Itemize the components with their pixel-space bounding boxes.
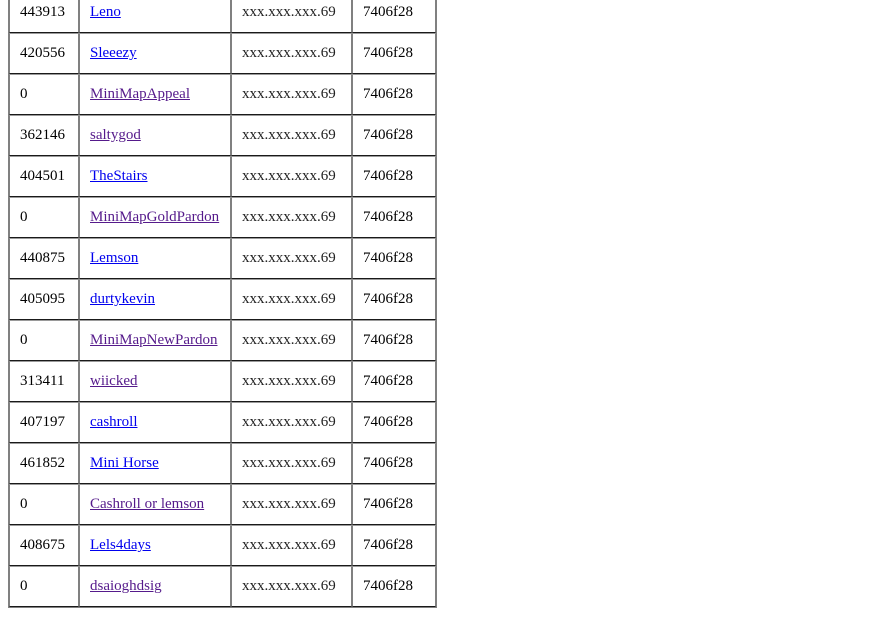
player-name-link[interactable]: dsaioghdsig: [90, 578, 162, 594]
record-name-cell: Lemson: [79, 238, 231, 279]
record-ip-cell: xxx.xxx.xxx.69: [231, 156, 352, 197]
record-id-cell: 405095: [9, 279, 79, 320]
record-name-cell: MiniMapNewPardon: [79, 320, 231, 361]
record-id-cell: 0: [9, 484, 79, 525]
record-ip-cell: xxx.xxx.xxx.69: [231, 443, 352, 484]
record-name-cell: Cashroll or lemson: [79, 484, 231, 525]
record-id-cell: 407197: [9, 402, 79, 443]
record-id-cell: 408675: [9, 525, 79, 566]
record-ip-cell: xxx.xxx.xxx.69: [231, 238, 352, 279]
record-hash-cell: 7406f28: [352, 197, 436, 238]
player-name-link[interactable]: saltygod: [90, 127, 141, 143]
record-hash-cell: 7406f28: [352, 238, 436, 279]
table-row: 408675 Lels4days xxx.xxx.xxx.69 7406f28: [9, 525, 436, 566]
record-hash-cell: 7406f28: [352, 443, 436, 484]
player-name-link[interactable]: MiniMapGoldPardon: [90, 209, 219, 225]
record-hash-cell: 7406f28: [352, 115, 436, 156]
table-row: 0 MiniMapNewPardon xxx.xxx.xxx.69 7406f28: [9, 320, 436, 361]
record-id-cell: 0: [9, 197, 79, 238]
record-id-cell: 404501: [9, 156, 79, 197]
player-name-link[interactable]: Mini Horse: [90, 455, 159, 471]
record-ip-cell: xxx.xxx.xxx.69: [231, 484, 352, 525]
table-row: 405095 durtykevin xxx.xxx.xxx.69 7406f28: [9, 279, 436, 320]
record-ip-cell: xxx.xxx.xxx.69: [231, 115, 352, 156]
record-id-cell: 0: [9, 320, 79, 361]
record-name-cell: Leno: [79, 0, 231, 33]
record-id-cell: 313411: [9, 361, 79, 402]
player-name-link[interactable]: wiicked: [90, 373, 137, 389]
table-row: 0 Cashroll or lemson xxx.xxx.xxx.69 7406f28: [9, 484, 436, 525]
record-id-cell: 0: [9, 74, 79, 115]
record-name-cell: saltygod: [79, 115, 231, 156]
record-id-cell: 0: [9, 566, 79, 607]
record-ip-cell: xxx.xxx.xxx.69: [231, 197, 352, 238]
table-row: 0 MiniMapAppeal xxx.xxx.xxx.69 7406f28: [9, 74, 436, 115]
record-hash-cell: 7406f28: [352, 156, 436, 197]
record-ip-cell: xxx.xxx.xxx.69: [231, 74, 352, 115]
record-id-cell: 362146: [9, 115, 79, 156]
record-hash-cell: 7406f28: [352, 74, 436, 115]
player-name-link[interactable]: Lels4days: [90, 537, 151, 553]
record-hash-cell: 7406f28: [352, 402, 436, 443]
record-ip-cell: xxx.xxx.xxx.69: [231, 361, 352, 402]
record-name-cell: Lels4days: [79, 525, 231, 566]
record-ip-cell: xxx.xxx.xxx.69: [231, 0, 352, 33]
player-name-link[interactable]: durtykevin: [90, 291, 155, 307]
table-row: 407197 cashroll xxx.xxx.xxx.69 7406f28: [9, 402, 436, 443]
record-name-cell: cashroll: [79, 402, 231, 443]
player-name-link[interactable]: MiniMapNewPardon: [90, 332, 218, 348]
record-hash-cell: 7406f28: [352, 33, 436, 74]
table-row: 0 MiniMapGoldPardon xxx.xxx.xxx.69 7406f28: [9, 197, 436, 238]
player-name-link[interactable]: Leno: [90, 4, 121, 20]
record-name-cell: MiniMapGoldPardon: [79, 197, 231, 238]
table-row: 362146 saltygod xxx.xxx.xxx.69 7406f28: [9, 115, 436, 156]
record-ip-cell: xxx.xxx.xxx.69: [231, 402, 352, 443]
record-name-cell: MiniMapAppeal: [79, 74, 231, 115]
table-row: 461852 Mini Horse xxx.xxx.xxx.69 7406f28: [9, 443, 436, 484]
record-ip-cell: xxx.xxx.xxx.69: [231, 279, 352, 320]
record-name-cell: Mini Horse: [79, 443, 231, 484]
player-name-link[interactable]: cashroll: [90, 414, 137, 430]
record-name-cell: wiicked: [79, 361, 231, 402]
record-hash-cell: 7406f28: [352, 0, 436, 33]
record-hash-cell: 7406f28: [352, 320, 436, 361]
table-row: 443913 Leno xxx.xxx.xxx.69 7406f28: [9, 0, 436, 33]
record-id-cell: 440875: [9, 238, 79, 279]
table-row: 420556 Sleeezy xxx.xxx.xxx.69 7406f28: [9, 33, 436, 74]
record-id-cell: 443913: [9, 0, 79, 33]
table-row: 313411 wiicked xxx.xxx.xxx.69 7406f28: [9, 361, 436, 402]
record-hash-cell: 7406f28: [352, 484, 436, 525]
record-ip-cell: xxx.xxx.xxx.69: [231, 566, 352, 607]
record-ip-cell: xxx.xxx.xxx.69: [231, 320, 352, 361]
record-name-cell: dsaioghdsig: [79, 566, 231, 607]
record-hash-cell: 7406f28: [352, 566, 436, 607]
record-ip-cell: xxx.xxx.xxx.69: [231, 525, 352, 566]
player-name-link[interactable]: Lemson: [90, 250, 138, 266]
record-name-cell: durtykevin: [79, 279, 231, 320]
record-hash-cell: 7406f28: [352, 279, 436, 320]
record-ip-cell: xxx.xxx.xxx.69: [231, 33, 352, 74]
player-name-link[interactable]: TheStairs: [90, 168, 148, 184]
table-row: 440875 Lemson xxx.xxx.xxx.69 7406f28: [9, 238, 436, 279]
records-table: 443913 Leno xxx.xxx.xxx.69 7406f28 420556 Sle…: [8, 0, 437, 608]
player-name-link[interactable]: Sleeezy: [90, 45, 137, 61]
player-name-link[interactable]: MiniMapAppeal: [90, 86, 190, 102]
record-hash-cell: 7406f28: [352, 525, 436, 566]
record-id-cell: 420556: [9, 33, 79, 74]
table-row: 0 dsaioghdsig xxx.xxx.xxx.69 7406f28: [9, 566, 436, 607]
record-id-cell: 461852: [9, 443, 79, 484]
record-name-cell: Sleeezy: [79, 33, 231, 74]
table-row: 404501 TheStairs xxx.xxx.xxx.69 7406f28: [9, 156, 436, 197]
player-name-link[interactable]: Cashroll or lemson: [90, 496, 204, 512]
record-name-cell: TheStairs: [79, 156, 231, 197]
records-table-body: 443913 Leno xxx.xxx.xxx.69 7406f28 420556 Sle…: [9, 0, 436, 607]
record-hash-cell: 7406f28: [352, 361, 436, 402]
